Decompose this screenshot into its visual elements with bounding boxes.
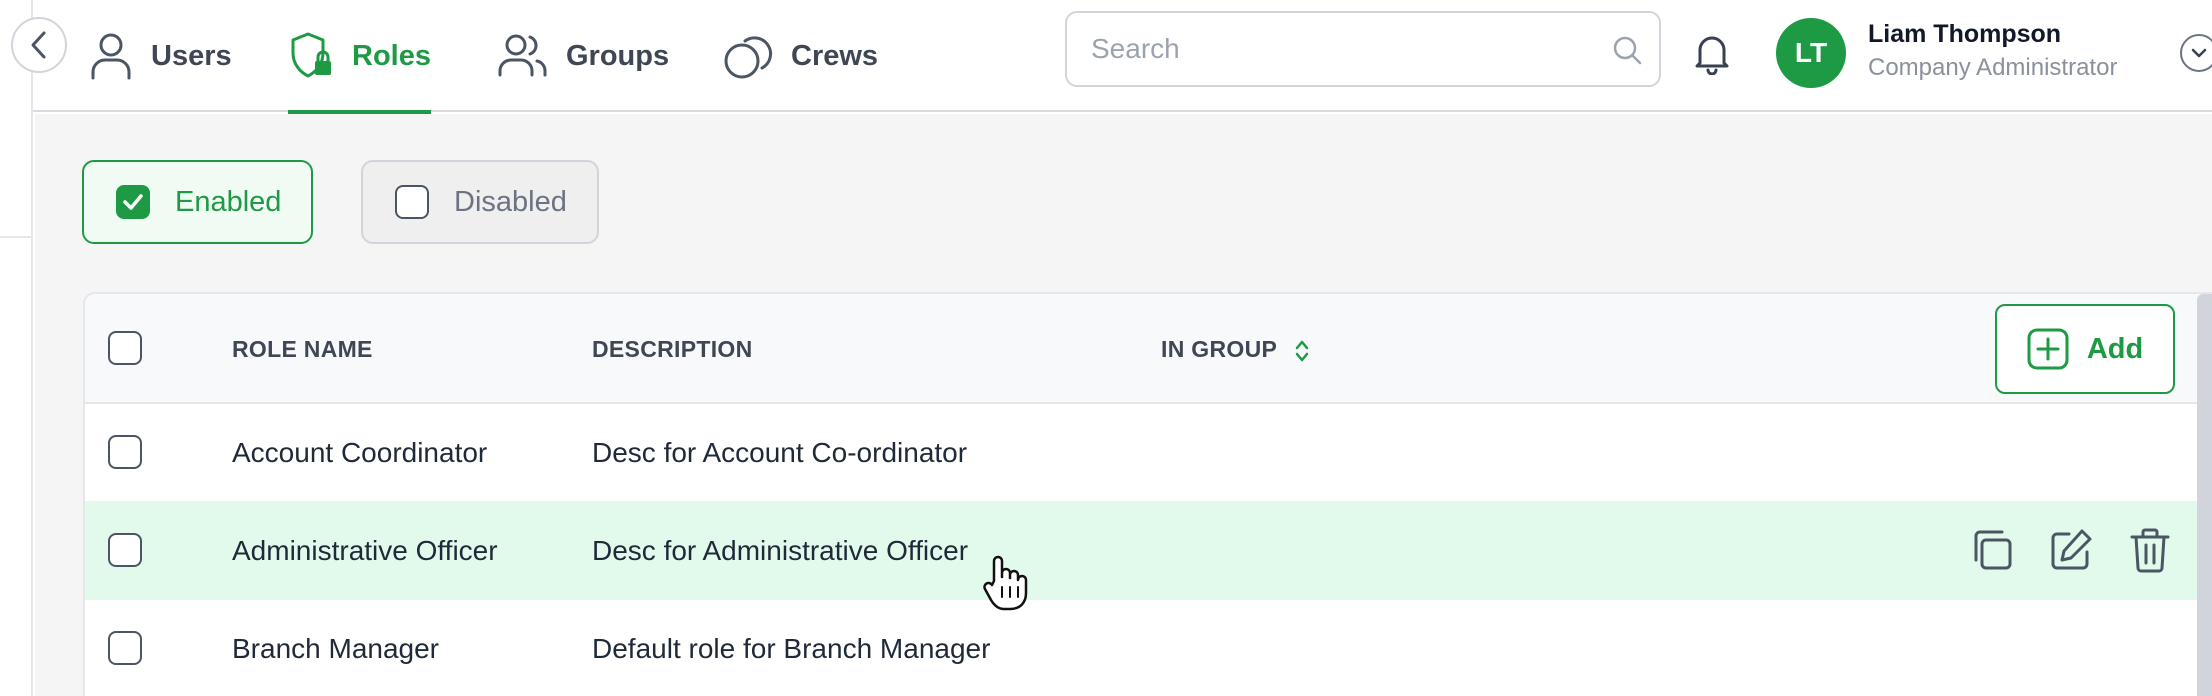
enabled-checkbox[interactable] xyxy=(116,185,150,219)
select-all-checkbox[interactable] xyxy=(108,331,142,365)
sort-icon[interactable] xyxy=(1293,338,1311,364)
description-cell: Desc for Administrative Officer xyxy=(592,535,969,566)
filter-enabled-label: Enabled xyxy=(175,185,282,218)
column-header-description[interactable]: DESCRIPTION xyxy=(592,336,752,363)
row-checkbox[interactable] xyxy=(108,435,142,469)
hand-cursor-icon xyxy=(983,555,1028,611)
avatar[interactable]: LT xyxy=(1776,18,1846,88)
roles-table: ROLE NAME DESCRIPTION IN GROUP Add Accou… xyxy=(83,292,2212,696)
table-header: ROLE NAME DESCRIPTION IN GROUP Add xyxy=(85,294,2212,404)
role-name-cell: Branch Manager xyxy=(232,633,440,664)
search-box xyxy=(1065,11,1661,87)
trash-icon xyxy=(2130,528,2170,573)
filter-disabled-label: Disabled xyxy=(454,185,567,218)
user-name: Liam Thompson xyxy=(1868,20,2062,48)
column-header-in-group[interactable]: IN GROUP xyxy=(1161,336,1311,364)
user-menu-button[interactable] xyxy=(2180,34,2212,72)
copy-icon xyxy=(1974,530,2012,570)
add-role-button[interactable]: Add xyxy=(1995,304,2175,394)
bell-icon xyxy=(1695,36,1729,76)
edit-icon xyxy=(2051,529,2092,570)
plus-square-icon xyxy=(2027,328,2069,370)
tab-groups-label: Groups xyxy=(566,39,670,72)
row-checkbox[interactable] xyxy=(108,631,142,665)
table-row[interactable]: Administrative Officer Desc for Administ… xyxy=(85,502,2212,600)
user-role: Company Administrator xyxy=(1868,54,2118,81)
search-icon[interactable] xyxy=(1611,34,1643,66)
chevron-left-icon xyxy=(31,31,46,59)
in-group-label: IN GROUP xyxy=(1161,336,1277,362)
disabled-checkbox[interactable] xyxy=(395,185,429,219)
duplicate-button[interactable] xyxy=(1968,526,2016,579)
tab-groups[interactable]: Groups xyxy=(498,0,669,112)
delete-button[interactable] xyxy=(2128,526,2172,579)
table-row[interactable]: Branch Manager Default role for Branch M… xyxy=(85,600,2212,696)
tab-crews[interactable]: Crews xyxy=(723,0,878,112)
user-icon xyxy=(91,33,131,80)
table-scrollbar[interactable] xyxy=(2197,294,2212,696)
description-cell: Desc for Account Co-ordinator xyxy=(592,437,968,468)
tab-users[interactable]: Users xyxy=(89,0,232,112)
left-sidebar xyxy=(0,0,33,696)
row-checkbox[interactable] xyxy=(108,533,142,567)
tab-roles[interactable]: Roles xyxy=(288,0,431,114)
tab-crews-label: Crews xyxy=(791,39,879,72)
chevron-down-icon xyxy=(2191,48,2207,58)
add-label: Add xyxy=(2086,332,2144,365)
role-name-cell: Account Coordinator xyxy=(232,437,488,468)
check-icon xyxy=(123,194,143,210)
search-input[interactable] xyxy=(1091,13,1611,85)
column-header-role-name[interactable]: ROLE NAME xyxy=(232,336,373,363)
filter-disabled-toggle[interactable]: Disabled xyxy=(361,160,599,244)
users-icon xyxy=(498,34,547,77)
description-cell: Default role for Branch Manager xyxy=(592,633,991,664)
main-content: Enabled Disabled ROLE NAME DESCRIPTION I… xyxy=(35,114,2212,696)
crews-icon xyxy=(724,36,773,79)
sidebar-divider xyxy=(0,236,33,238)
notifications-button[interactable] xyxy=(1692,31,1732,80)
tab-users-label: Users xyxy=(151,39,232,72)
filter-enabled-toggle[interactable]: Enabled xyxy=(82,160,313,244)
edit-button[interactable] xyxy=(2047,526,2095,579)
tab-roles-label: Roles xyxy=(352,39,431,72)
role-name-cell: Administrative Officer xyxy=(232,535,498,566)
collapse-back-button[interactable] xyxy=(11,17,67,73)
shield-lock-icon xyxy=(291,32,331,78)
table-row[interactable]: Account Coordinator Desc for Account Co-… xyxy=(85,404,2212,502)
